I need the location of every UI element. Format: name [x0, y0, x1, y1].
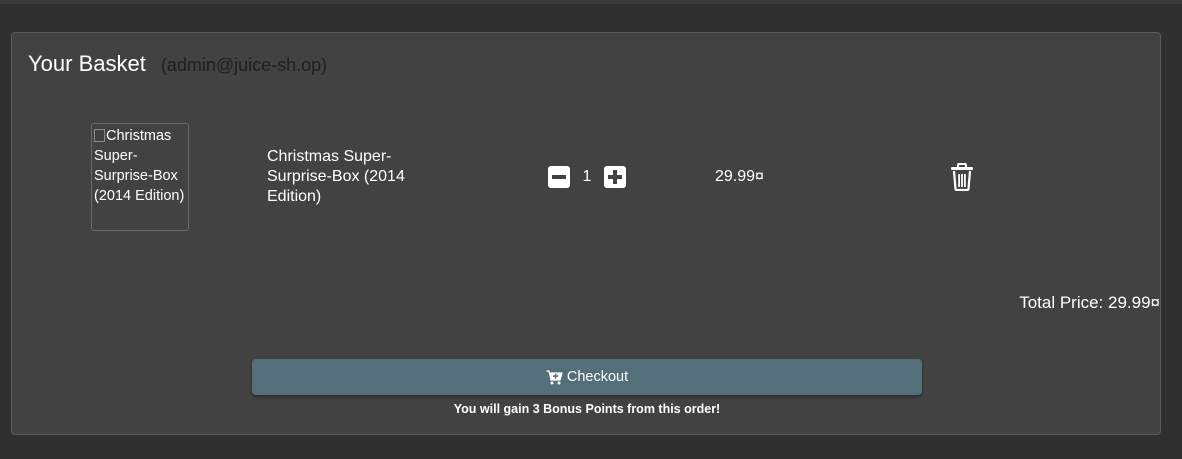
product-image: Christmas Super-Surprise-Box (2014 Editi…	[91, 123, 189, 231]
quantity-value: 1	[582, 168, 592, 185]
basket-card: Your Basket (admin@juice-sh.op) Christma…	[11, 32, 1161, 435]
product-name: Christmas Super-Surprise-Box (2014 Editi…	[267, 148, 405, 205]
quantity-stepper: 1	[548, 166, 626, 188]
basket-title: Your Basket	[28, 51, 146, 76]
cart-plus-icon	[546, 369, 563, 384]
remove-item-button[interactable]	[949, 163, 975, 192]
checkout-button[interactable]: Checkout	[252, 359, 922, 395]
top-bar	[0, 0, 1182, 4]
item-price: 29.99¤	[715, 168, 764, 185]
basket-user-email: (admin@juice-sh.op)	[160, 55, 328, 75]
trash-icon	[951, 163, 973, 192]
broken-image-icon	[94, 129, 105, 142]
product-image-alt-text: Christmas Super-Surprise-Box (2014 Editi…	[94, 128, 185, 204]
checkout-label: Checkout	[566, 369, 629, 385]
increase-quantity-button[interactable]	[604, 166, 626, 188]
bonus-points-text: You will gain 3 Bonus Points from this o…	[453, 402, 721, 416]
total-price: Total Price: 29.99¤	[1019, 293, 1160, 312]
decrease-quantity-button[interactable]	[548, 166, 570, 188]
basket-heading: Your Basket (admin@juice-sh.op)	[28, 51, 327, 77]
